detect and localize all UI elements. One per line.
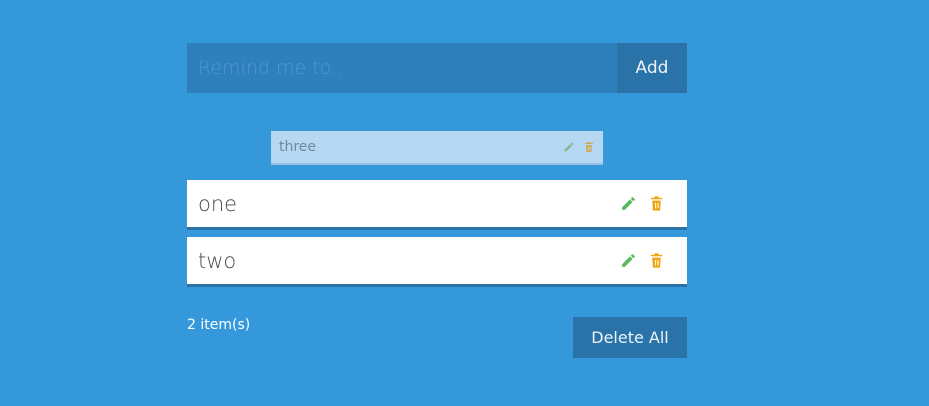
- todo-item[interactable]: two: [187, 237, 687, 287]
- add-button[interactable]: Add: [617, 43, 687, 93]
- todo-item-text: one: [198, 191, 238, 216]
- delete-all-button[interactable]: Delete All: [573, 317, 687, 358]
- todo-item[interactable]: one: [187, 180, 687, 230]
- todo-list: one two: [187, 180, 687, 294]
- pencil-icon[interactable]: [563, 141, 575, 153]
- dragged-todo-item[interactable]: three: [271, 131, 603, 165]
- add-todo-row: Add: [187, 43, 687, 93]
- pencil-icon[interactable]: [620, 252, 637, 269]
- trash-icon[interactable]: [648, 195, 665, 212]
- todo-item-text: two: [198, 248, 237, 273]
- pencil-icon[interactable]: [620, 195, 637, 212]
- item-count: 2 item(s): [187, 317, 251, 333]
- trash-icon[interactable]: [583, 141, 595, 153]
- dragged-todo-item-text: three: [279, 139, 317, 155]
- trash-icon[interactable]: [648, 252, 665, 269]
- todo-input[interactable]: [187, 43, 617, 93]
